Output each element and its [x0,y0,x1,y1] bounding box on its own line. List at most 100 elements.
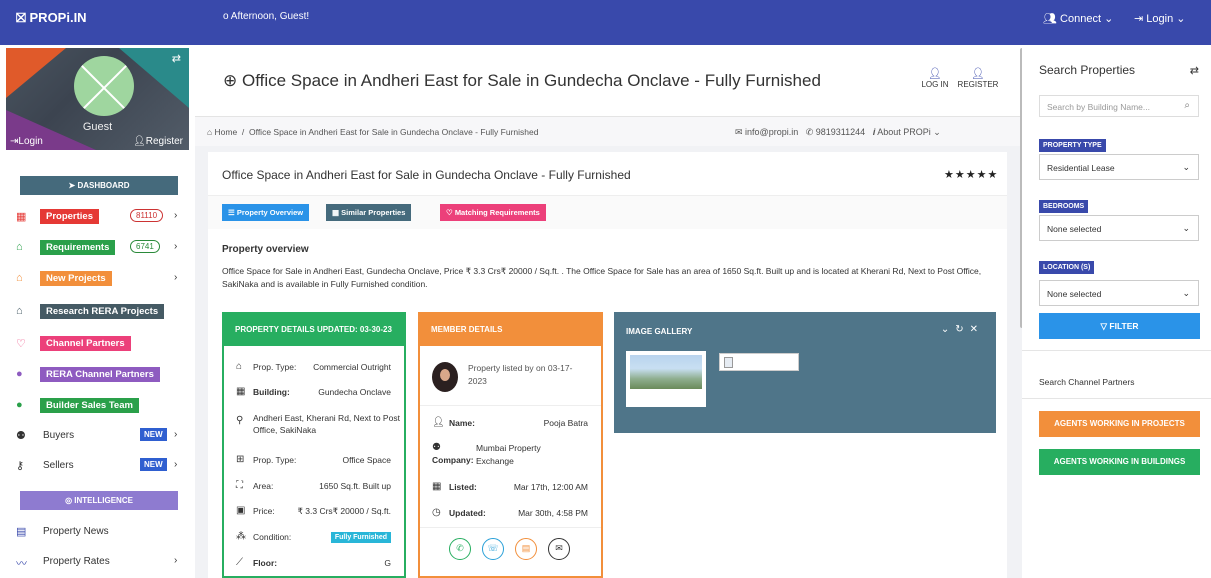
location-label: LOCATION (S) [1039,261,1095,274]
tab-matching-requirements[interactable]: ♡ Matching Requirements [440,204,546,221]
sidebar-item-requirements[interactable]: ⌂ Requirements 6741 › [0,237,195,259]
chevron-down-icon[interactable]: ⌄ [941,324,955,335]
property-details-panel: PROPERTY DETAILS UPDATED: 03-30-23 ⌂ Prop… [222,312,406,578]
phone-icon[interactable]: ☏ [482,538,504,560]
intelligence-button[interactable]: ◎ INTELLIGENCE [20,491,178,510]
requirements-count: 6741 [130,240,160,253]
building-search-input[interactable]: Search by Building Name... ⌕ [1039,95,1199,117]
building-photo [630,355,702,389]
search-icon[interactable]: ⌕ [1184,100,1190,111]
people-icon: 👥︎ [1043,13,1061,25]
chevron-down-icon: ⌄ [933,127,941,137]
header-register-button[interactable]: 👤︎ REGISTER [953,67,1003,89]
tab-similar-properties[interactable]: ▦ Similar Properties [326,204,412,221]
listed-by-text: Property listed by on 03-17-2023 [468,363,573,386]
login-icon: ⇥ [1134,13,1147,25]
connect-menu[interactable]: 👥︎ Connect ⌄ [1043,12,1113,25]
divider [1022,398,1211,399]
brain-icon: ◎ [65,496,75,505]
building-icon: ▦ [332,208,342,217]
listing-card: Office Space in Andheri East for Sale in… [208,152,1007,578]
swap-icon[interactable]: ⇄ [1190,64,1199,77]
about-menu[interactable]: About PROPi [877,127,931,137]
page-header: ⊕ Office Space in Andheri East for Sale … [195,45,1022,116]
tab-property-overview[interactable]: ☰ Property Overview [222,204,310,221]
sidebar-item-buyers[interactable]: ⚉ Buyers NEW › [0,425,195,447]
greeting-text: o Afternoon, Guest! [223,11,310,22]
chat-icon[interactable]: ▤ [515,538,537,560]
back-icon[interactable]: ⊕ [223,71,242,90]
image-gallery-header: IMAGE GALLERY [626,327,693,336]
sidebar-item-property-news[interactable]: ▤ Property News [0,521,195,543]
floor-icon: ⟋ [236,557,243,568]
profile-card: ⇄ Guest ⇥Login 👤︎Register [6,48,189,150]
profile-register-link[interactable]: 👤︎Register [133,136,183,147]
dashboard-button[interactable]: ➤ DASHBOARD [20,176,178,195]
sidebar-item-new-projects[interactable]: ⌂ New Projects › [0,268,195,290]
expand-icon: ⛶ [236,480,243,491]
building-icon: ▦ [236,386,246,397]
list-icon: ☰ [228,208,237,217]
chevron-down-icon: ⌄ [1176,13,1186,25]
sidebar-item-builder-sales[interactable]: ● Builder Sales Team [0,395,195,417]
chevron-down-icon: ⌄ [1104,13,1114,25]
news-icon: ▤ [16,526,27,538]
image-gallery-panel: IMAGE GALLERY ⌄↻✕ [614,312,996,433]
user-tie-icon: ● [16,399,23,411]
broken-image-icon[interactable] [719,353,799,371]
chevron-right-icon: › [174,429,178,440]
home-icon: ⌂ [207,127,215,137]
property-type-select[interactable]: Residential Lease ⌄ [1039,154,1199,180]
login-menu[interactable]: ⇥ Login ⌄ [1134,12,1185,25]
sidebar-item-sellers[interactable]: ⚷ Sellers NEW › [0,455,195,477]
clock-icon: ◷ [432,507,441,518]
sidebar-item-research-rera[interactable]: ⌂ Research RERA Projects [0,301,195,323]
listing-tabs: ☰ Property Overview ▦ Similar Properties… [208,196,1007,229]
breadcrumb: ⌂ Home / Office Space in Andheri East fo… [195,116,1022,146]
rating-stars: ★★★★★ [944,169,999,181]
sidebar-item-property-rates[interactable]: 〰 Property Rates › [0,551,195,573]
location-select[interactable]: None selected ⌄ [1039,280,1199,306]
mail-icon[interactable]: ✉ [548,538,570,560]
phone-link[interactable]: 9819311244 [816,127,865,137]
header-login-button[interactable]: 👤︎ LOG IN [915,67,955,89]
brand-logo[interactable]: ⛝ PROPi.IN [16,10,87,26]
gallery-thumbnail[interactable] [626,351,706,407]
user-plus-icon: 👤︎ [971,68,985,80]
member-avatar [432,362,458,392]
breadcrumb-home-link[interactable]: Home [215,127,238,137]
main-content: ⊕ Office Space in Andheri East for Sale … [195,45,1022,578]
email-link[interactable]: info@propi.in [745,127,798,137]
profile-login-link[interactable]: ⇥Login [10,136,43,147]
house-outline-icon: ⌂ [236,361,243,372]
divider [420,405,601,406]
sidebar-item-rera-channel-partners[interactable]: ● RERA Channel Partners [0,364,195,386]
user-icon: ● [16,368,23,380]
chevron-right-icon: › [174,459,178,470]
overview-heading: Property overview [222,244,309,255]
filter-button[interactable]: ▽ FILTER [1039,313,1200,339]
sidebar-item-properties[interactable]: ▦ Properties 81110 › [0,206,195,228]
swap-icon[interactable]: ⇄ [172,52,181,65]
bedrooms-select[interactable]: None selected ⌄ [1039,215,1199,241]
people-icon: ⚉ [432,442,441,453]
people-icon: ⚉ [16,430,26,442]
refresh-icon[interactable]: ↻ [955,324,969,335]
house-icon: ⌂ [16,305,23,317]
whatsapp-icon[interactable]: ✆ [449,538,471,560]
agents-buildings-button[interactable]: AGENTS WORKING IN BUILDINGS [1039,449,1200,475]
chevron-right-icon: › [174,210,178,221]
close-icon[interactable]: ✕ [970,324,984,335]
user-icon: 👤︎ [928,68,942,80]
grid-icon: ⊞ [236,454,245,465]
condition-badge: Fully Furnished [330,532,391,543]
left-sidebar: ⇄ Guest ⇥Login 👤︎Register ➤ DASHBOARD ▦ … [0,45,195,578]
member-details-header: MEMBER DETAILS [420,314,601,346]
new-badge: NEW [140,458,167,471]
agents-projects-button[interactable]: AGENTS WORKING IN PROJECTS [1039,411,1200,437]
location-pin-icon: ⚲ [236,415,244,426]
handshake-icon: ♡ [446,208,455,217]
sparkle-icon: ⁂ [236,531,246,542]
overview-text: Office Space for Sale in Andheri East, G… [222,266,982,289]
sidebar-item-channel-partners[interactable]: ♡ Channel Partners [0,333,195,355]
